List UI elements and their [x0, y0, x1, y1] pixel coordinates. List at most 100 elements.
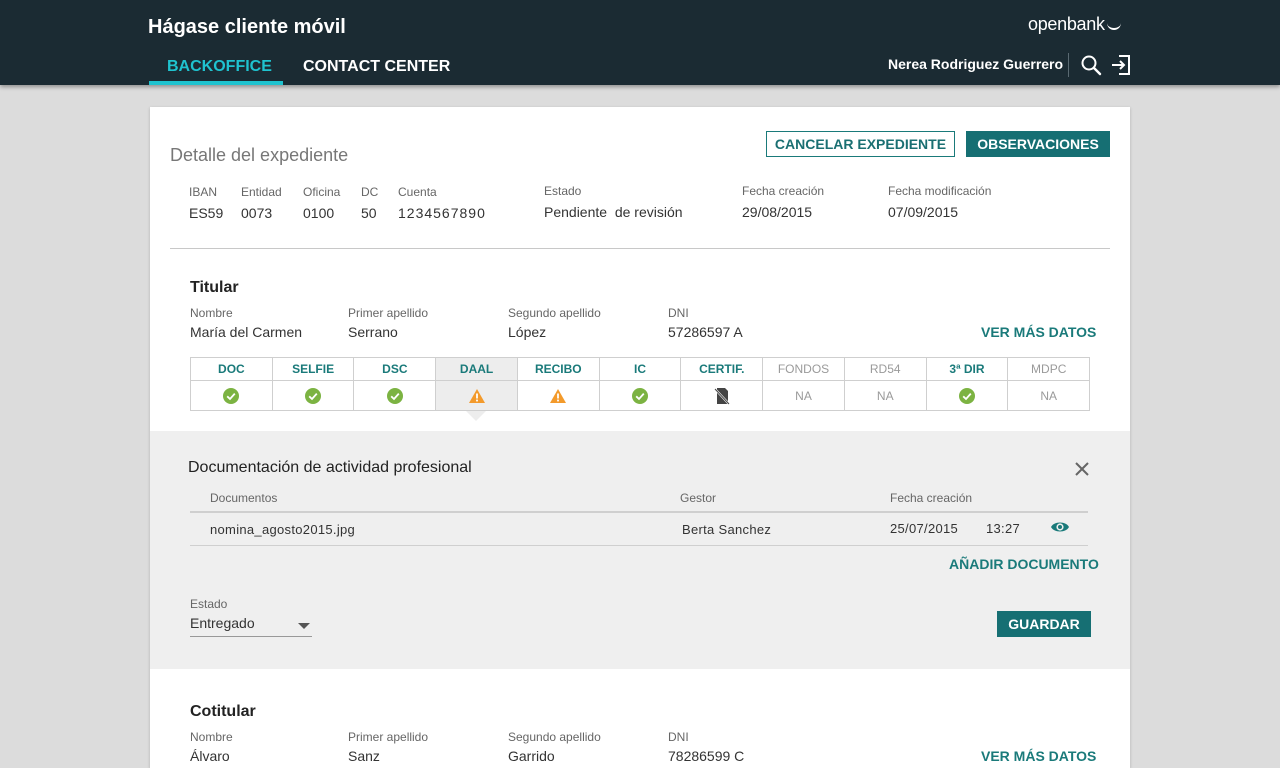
status-cell-na: NA — [795, 388, 812, 403]
titular-nombre-label: Nombre — [190, 306, 233, 320]
status-cell-ic[interactable]: IC — [599, 358, 682, 410]
cancel-expediente-button[interactable]: CANCELAR EXPEDIENTE — [766, 131, 955, 157]
top-bar: Hágase cliente móvil openbank BACKOFFICE… — [0, 0, 1280, 85]
active-tab-indicator — [149, 81, 283, 85]
panel-title: Documentación de actividad profesional — [188, 459, 472, 476]
cotitular-title: Cotitular — [190, 703, 256, 720]
table-row-divider — [190, 545, 1088, 546]
estado-value: Pendiente de revisión — [544, 204, 683, 220]
status-cell-selfie[interactable]: SELFIE — [272, 358, 355, 410]
status-cell-label: RD54 — [844, 358, 926, 381]
user-name[interactable]: Nerea Rodriguez Guerrero — [888, 56, 1063, 72]
column-header-documentos: Documentos — [210, 491, 278, 505]
cotitular-dni-value: 78286599 C — [668, 748, 745, 764]
oficina-label: Oficina — [303, 185, 341, 199]
entidad-label: Entidad — [241, 185, 282, 199]
cuenta-value: 1234567890 — [398, 205, 486, 221]
titular-dni-value: 57286597 A — [668, 324, 743, 340]
status-cell-icon-wrap — [191, 381, 272, 410]
cotitular-dni-label: DNI — [668, 730, 689, 744]
cotitular-primer-apellido-value: Sanz — [348, 748, 380, 764]
column-header-fecha: Fecha creación — [890, 491, 973, 505]
titular-segundo-apellido-label: Segundo apellido — [508, 306, 601, 320]
dc-value: 50 — [361, 205, 377, 221]
status-cell-fondos[interactable]: FONDOS NA — [763, 358, 845, 410]
estado-select-value: Entregado — [190, 615, 255, 631]
titular-more-data-link[interactable]: VER MÁS DATOS — [981, 324, 1096, 340]
tab-contact-center[interactable]: CONTACT CENTER — [303, 58, 450, 76]
status-cell-daal[interactable]: DAAL — [436, 358, 518, 410]
status-cell-label: SELFIE — [272, 358, 354, 381]
header-divider — [1068, 53, 1069, 77]
column-header-gestor: Gestor — [680, 491, 717, 505]
check-circle-icon — [386, 387, 403, 404]
status-cell-label: RECIBO — [517, 358, 599, 381]
logout-icon[interactable] — [1110, 54, 1132, 76]
entidad-value: 0073 — [241, 205, 273, 221]
status-cell-icon-wrap — [354, 381, 435, 410]
expediente-card: Detalle del expediente CANCELAR EXPEDIEN… — [150, 107, 1130, 768]
status-cell-label: MDPC — [1008, 358, 1090, 381]
cuenta-label: Cuenta — [398, 185, 437, 199]
status-cell-icon-wrap — [518, 381, 599, 410]
status-cell-label: FONDOS — [763, 358, 844, 381]
status-cell-rd54[interactable]: RD54 NA — [844, 358, 927, 410]
status-cell-icon-wrap — [600, 381, 681, 410]
search-icon[interactable] — [1080, 54, 1102, 76]
document-gestor: Berta Sanchez — [682, 522, 772, 537]
status-cell-label: IC — [599, 358, 681, 381]
document-date: 25/07/2015 — [890, 521, 959, 536]
brand-logo: openbank — [1028, 14, 1121, 35]
close-icon[interactable] — [1072, 459, 1092, 479]
document-time: 13:27 — [986, 521, 1021, 536]
save-button[interactable]: GUARDAR — [997, 611, 1091, 637]
iban-label: IBAN — [189, 185, 218, 199]
titular-nombre-value: María del Carmen — [190, 324, 303, 340]
fecha-creacion-label: Fecha creación — [742, 184, 825, 198]
estado-select[interactable]: Entregado — [190, 615, 312, 637]
cotitular-segundo-apellido-label: Segundo apellido — [508, 730, 601, 744]
status-cell-icon-wrap — [681, 381, 762, 410]
fecha-modificacion-value: 07/09/2015 — [888, 204, 959, 220]
brand-name: openbank — [1028, 14, 1105, 34]
status-cell-label: CERTIF. — [681, 358, 763, 381]
cotitular-more-data-link[interactable]: VER MÁS DATOS — [981, 748, 1096, 764]
cotitular-nombre-value: Álvaro — [190, 748, 230, 764]
cotitular-primer-apellido-label: Primer apellido — [348, 730, 429, 744]
status-cell-certif[interactable]: CERTIF. — [681, 358, 764, 410]
active-cell-pointer — [466, 411, 486, 421]
status-cell-icon-wrap — [273, 381, 354, 410]
titular-title: Titular — [190, 279, 239, 296]
iban-value: ES59 — [189, 205, 224, 221]
chevron-down-icon — [298, 623, 310, 629]
status-cell-na: NA — [876, 388, 894, 403]
section-divider — [170, 248, 1110, 249]
status-cell-mdpc[interactable]: MDPC NA — [1008, 358, 1090, 410]
check-circle-icon — [632, 387, 649, 404]
titular-primer-apellido-value: Serrano — [348, 324, 398, 340]
tab-backoffice[interactable]: BACKOFFICE — [167, 58, 272, 76]
status-cell-label: 3ª DIR — [926, 358, 1008, 381]
document-detail-panel: Documentación de actividad profesional D… — [150, 431, 1130, 669]
add-document-link[interactable]: AÑADIR DOCUMENTO — [949, 556, 1099, 572]
cotitular-segundo-apellido-value: Garrido — [508, 748, 555, 764]
check-circle-icon — [223, 387, 240, 404]
fecha-modificacion-label: Fecha modificación — [888, 184, 992, 198]
document-unavailable-icon — [713, 387, 730, 405]
estado-label: Estado — [544, 184, 582, 198]
estado-select-label: Estado — [190, 597, 228, 611]
observations-button[interactable]: OBSERVACIONES — [966, 131, 1110, 157]
titular-dni-label: DNI — [668, 306, 689, 320]
cotitular-nombre-label: Nombre — [190, 730, 233, 744]
status-cell-doc[interactable]: DOC — [191, 358, 273, 410]
status-cell-icon-wrap — [927, 381, 1008, 410]
status-cell-label: DAAL — [436, 358, 517, 381]
view-document-eye-icon[interactable] — [1050, 519, 1070, 535]
status-cell-3-dir[interactable]: 3ª DIR — [926, 358, 1009, 410]
document-file-name[interactable]: nomina_agosto2015.jpg — [210, 522, 355, 537]
check-circle-icon — [305, 387, 322, 404]
status-cell-dsc[interactable]: DSC — [354, 358, 437, 410]
status-cell-recibo[interactable]: RECIBO — [517, 358, 600, 410]
app-title: Hágase cliente móvil — [148, 16, 346, 38]
titular-primer-apellido-label: Primer apellido — [348, 306, 429, 320]
